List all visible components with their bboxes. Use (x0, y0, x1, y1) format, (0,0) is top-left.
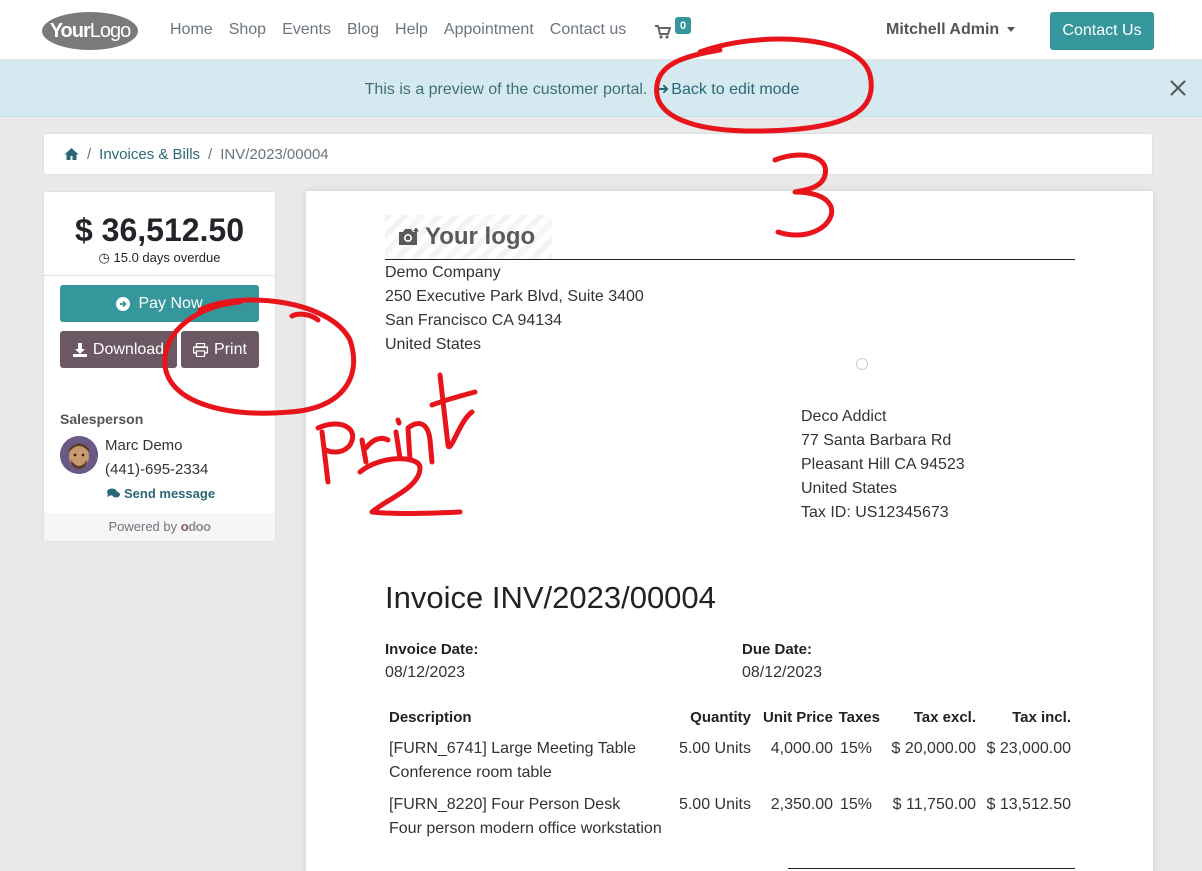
customer-street: 77 Santa Barbara Rd (801, 432, 952, 449)
print-button[interactable]: Print (181, 331, 259, 368)
line-description: [FURN_6741] Large Meeting Table (389, 740, 636, 757)
nav-contact-us[interactable]: Contact us (550, 21, 626, 39)
top-navbar: Your Logo Home Shop Events Blog Help Appo… (0, 0, 1202, 60)
line-unit-price: 2,350.00 (770, 796, 833, 813)
cart-count-badge: 0 (675, 17, 691, 34)
back-to-edit-mode-link[interactable]: Back to edit mode (671, 81, 799, 98)
col-quantity: Quantity (690, 709, 751, 726)
line-description: [FURN_8220] Four Person Desk (389, 796, 621, 813)
cart-button[interactable]: 0 (655, 17, 691, 44)
site-logo[interactable]: Your Logo (42, 12, 138, 50)
due-date-value: 08/12/2023 (742, 664, 823, 681)
invoice-sidebar: $ 36,512.50 ◷ 15.0 days overdue Pay Now … (43, 191, 276, 542)
col-taxes: Taxes (838, 709, 880, 726)
col-tax-excl: Tax excl. (913, 709, 976, 726)
send-message-label: Send message (124, 486, 216, 501)
customer-tax-id: Tax ID: US12345673 (801, 504, 949, 521)
caret-down-icon (1007, 27, 1016, 33)
cart-icon (655, 25, 671, 39)
company-name: Demo Company (385, 264, 501, 281)
arrow-circle-right-icon (116, 296, 131, 311)
contact-us-button[interactable]: Contact Us (1050, 12, 1154, 50)
arrow-right-icon: ➜ (655, 81, 670, 98)
logo-placeholder-text: Your logo (425, 223, 536, 250)
overdue-status: ◷ 15.0 days overdue (44, 250, 275, 266)
nav-blog[interactable]: Blog (347, 21, 379, 39)
circle-marker (856, 358, 868, 370)
nav-help[interactable]: Help (395, 21, 428, 39)
breadcrumb: / Invoices & Bills / INV/2023/00004 (43, 133, 1153, 175)
banner-text: This is a preview of the customer portal… (364, 81, 648, 98)
header-rule (385, 259, 1075, 260)
breadcrumb-separator: / (208, 145, 213, 163)
company-logo-placeholder: Your logo (385, 215, 552, 259)
overdue-text: 15.0 days overdue (113, 250, 221, 265)
divider (44, 275, 275, 276)
line-unit-price: 4,000.00 (770, 740, 833, 757)
odoo-logo[interactable]: odoo (181, 519, 211, 534)
invoice-document: Your logo Demo Company 250 Executive Par… (306, 191, 1153, 871)
line-note: Four person modern office workstation (389, 820, 662, 837)
print-icon (193, 342, 209, 357)
salesperson-label: Salesperson (60, 411, 144, 427)
logo-text-bold: Your (49, 19, 91, 42)
powered-by-footer: Powered by odoo (44, 513, 275, 541)
line-tax-excl: $ 11,750.00 (892, 796, 976, 813)
line-quantity: 5.00 Units (678, 740, 751, 757)
odoo-logo-rest: doo (188, 519, 211, 534)
main-menu: Home Shop Events Blog Help Appointment C… (170, 21, 626, 39)
comments-icon (107, 488, 120, 498)
download-button[interactable]: Download (60, 331, 177, 368)
company-street: 250 Executive Park Blvd, Suite 3400 (385, 288, 644, 305)
send-message-link[interactable]: Send message (107, 486, 215, 501)
invoice-date-label: Invoice Date: (385, 641, 479, 658)
invoice-title: Invoice INV/2023/00004 (385, 580, 716, 615)
download-label: Download (92, 340, 165, 358)
camera-icon (399, 228, 419, 245)
print-label: Print (214, 340, 247, 358)
pay-now-button[interactable]: Pay Now (60, 285, 259, 322)
line-taxes: 15% (840, 740, 873, 757)
line-quantity: 5.00 Units (678, 796, 751, 813)
breadcrumb-invoices-bills[interactable]: Invoices & Bills (99, 146, 200, 163)
download-icon (72, 342, 87, 357)
clock-icon: ◷ (98, 250, 110, 265)
breadcrumb-separator: / (87, 145, 92, 163)
salesperson-phone: (441)-695-2334 (105, 461, 209, 478)
user-menu-dropdown[interactable]: Mitchell Admin (886, 21, 1016, 39)
line-taxes: 15% (840, 796, 873, 813)
nav-home[interactable]: Home (170, 21, 213, 39)
powered-by-text: Powered by (108, 519, 178, 534)
col-tax-incl: Tax incl. (1012, 709, 1071, 726)
line-tax-incl: $ 23,000.00 (986, 740, 1071, 757)
salesperson-name: Marc Demo (105, 437, 183, 454)
col-description: Description (389, 709, 472, 726)
preview-banner: This is a preview of the customer portal… (0, 60, 1202, 117)
home-icon[interactable] (64, 147, 79, 161)
invoice-date-value: 08/12/2023 (385, 664, 466, 681)
salesperson-avatar (60, 436, 98, 474)
nav-appointment[interactable]: Appointment (444, 21, 534, 39)
breadcrumb-current-invoice: INV/2023/00004 (220, 145, 329, 163)
user-name: Mitchell Admin (886, 21, 1000, 38)
logo-text-light: Logo (89, 19, 131, 42)
line-tax-excl: $ 20,000.00 (891, 740, 976, 757)
nav-events[interactable]: Events (282, 21, 331, 39)
line-tax-incl: $ 13,512.50 (986, 796, 1071, 813)
line-note: Conference room table (389, 764, 552, 781)
customer-name: Deco Addict (801, 408, 887, 425)
totals-rule (788, 868, 1075, 869)
nav-shop[interactable]: Shop (229, 21, 266, 39)
col-unit-price: Unit Price (762, 709, 833, 726)
amount-due: $ 36,512.50 (74, 212, 245, 248)
customer-country: United States (801, 480, 898, 497)
customer-city: Pleasant Hill CA 94523 (801, 456, 965, 473)
company-country: United States (385, 336, 482, 353)
due-date-label: Due Date: (742, 641, 813, 658)
close-icon[interactable] (1168, 78, 1188, 98)
pay-now-label: Pay Now (138, 294, 203, 312)
company-city: San Francisco CA 94134 (385, 312, 562, 329)
